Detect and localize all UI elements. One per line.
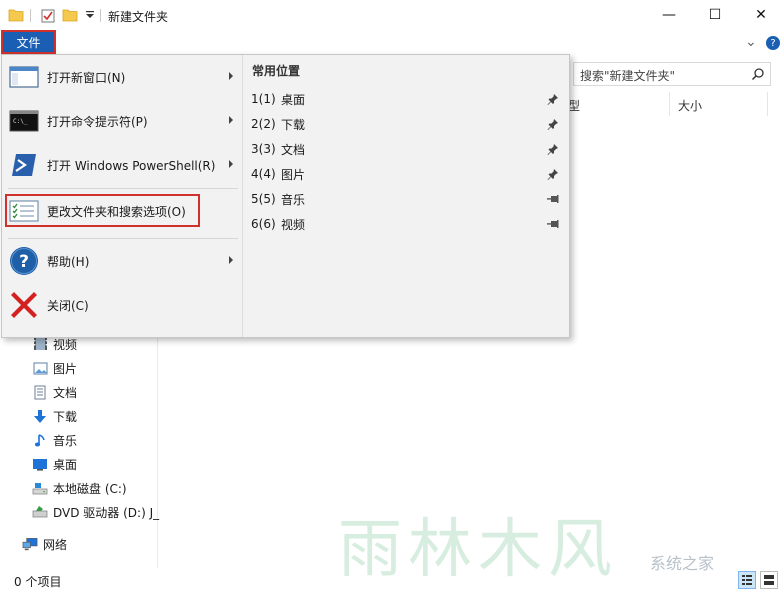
desktop-icon <box>32 456 48 472</box>
maximize-button[interactable]: ☐ <box>692 0 738 30</box>
nav-pane-divider[interactable] <box>157 330 158 568</box>
title-bar: 新建文件夹 — ☐ ✕ <box>0 0 784 32</box>
column-separator[interactable] <box>767 92 768 116</box>
file-menu: 打开新窗口(N) C:\_ 打开命令提示符(P) 打开 Windows Powe… <box>1 54 570 338</box>
cmd-icon: C:\_ <box>9 106 39 136</box>
powershell-icon <box>9 150 39 180</box>
submenu-arrow-icon <box>229 160 233 168</box>
nav-item-dvd-drive[interactable]: DVD 驱动器 (D:) J_ <box>32 501 159 523</box>
nav-item-label: 下载 <box>53 409 78 424</box>
submenu-arrow-icon <box>229 256 233 264</box>
search-box[interactable]: 搜索"新建文件夹" <box>573 62 771 86</box>
folder-icon <box>8 7 24 23</box>
window-title: 新建文件夹 <box>108 10 169 24</box>
nav-item-label: 文档 <box>53 385 78 400</box>
recent-item-music[interactable]: 5(5) 音乐 <box>251 187 563 211</box>
video-icon <box>32 336 48 352</box>
close-x-icon <box>9 290 39 320</box>
recent-item-pictures[interactable]: 4(4) 图片 <box>251 162 563 186</box>
svg-text:C:\_: C:\_ <box>13 118 28 125</box>
large-icons-view-button[interactable] <box>760 571 778 589</box>
menu-item-help[interactable]: ? 帮助(H) <box>2 239 241 283</box>
music-icon <box>32 432 48 448</box>
search-input[interactable]: 搜索"新建文件夹" <box>580 67 675 84</box>
nav-item-desktop[interactable]: 桌面 <box>32 453 77 475</box>
details-view-icon <box>742 575 752 585</box>
submenu-arrow-icon <box>229 72 233 80</box>
network-icon <box>22 536 38 552</box>
recent-item-videos[interactable]: 6(6) 视频 <box>251 212 563 236</box>
menu-item-close[interactable]: 关闭(C) <box>2 283 241 327</box>
nav-item-label: 音乐 <box>53 433 78 448</box>
search-icon[interactable] <box>751 67 765 81</box>
help-icon[interactable]: ? <box>766 36 780 50</box>
frequent-places-panel: 常用位置 1(1) 桌面 2(2) 下载 3(3) 文档 4(4) 图片 5(5… <box>242 55 569 321</box>
help-icon: ? <box>9 246 39 276</box>
column-header-size[interactable]: 大小 <box>678 97 702 114</box>
nav-item-label: 本地磁盘 (C:) <box>53 481 127 496</box>
unpinned-icon[interactable] <box>547 193 559 205</box>
nav-item-label: 网络 <box>43 537 68 552</box>
highlight-annotation-box <box>5 194 200 227</box>
menu-item-open-new-window[interactable]: 打开新窗口(N) <box>2 55 241 99</box>
nav-item-label: 桌面 <box>53 457 78 472</box>
nav-item-network[interactable]: 网络 <box>22 533 67 555</box>
customize-toolbar-icon[interactable] <box>82 7 98 23</box>
file-tab[interactable]: 文件 <box>1 30 56 54</box>
recent-item-downloads[interactable]: 2(2) 下载 <box>251 112 563 136</box>
file-menu-commands: 打开新窗口(N) C:\_ 打开命令提示符(P) 打开 Windows Powe… <box>2 55 241 337</box>
nav-item-local-disk[interactable]: 本地磁盘 (C:) <box>32 477 127 499</box>
pictures-icon <box>32 360 48 376</box>
pinned-icon[interactable] <box>547 143 559 155</box>
ribbon-expand-icon[interactable]: ⌄ <box>745 34 757 50</box>
minimize-button[interactable]: — <box>646 0 692 30</box>
watermark-sub: 系统之家 <box>650 554 715 573</box>
title-separator <box>100 9 101 22</box>
nav-item-label: 图片 <box>53 361 78 376</box>
close-button[interactable]: ✕ <box>738 0 784 30</box>
status-item-count: 0 个项目 <box>14 575 62 589</box>
frequent-places-header: 常用位置 <box>252 64 301 78</box>
documents-icon <box>32 384 48 400</box>
dvd-icon <box>32 504 48 520</box>
column-separator[interactable] <box>669 92 670 116</box>
svg-text:?: ? <box>19 252 29 272</box>
disk-icon <box>32 480 48 496</box>
watermark: 雨林木风 <box>338 513 618 587</box>
recent-item-desktop[interactable]: 1(1) 桌面 <box>251 87 563 111</box>
new-folder-icon[interactable] <box>62 7 78 23</box>
nav-item-pictures[interactable]: 图片 <box>32 357 77 379</box>
quick-access-separator <box>30 9 31 22</box>
menu-item-open-powershell[interactable]: 打开 Windows PowerShell(R) <box>2 143 241 187</box>
nav-item-downloads[interactable]: 下载 <box>32 405 77 427</box>
pinned-icon[interactable] <box>547 118 559 130</box>
details-view-button[interactable] <box>738 571 756 589</box>
unpinned-icon[interactable] <box>547 218 559 230</box>
recent-item-documents[interactable]: 3(3) 文档 <box>251 137 563 161</box>
download-icon <box>32 408 48 424</box>
properties-icon[interactable] <box>40 7 56 23</box>
pinned-icon[interactable] <box>547 93 559 105</box>
nav-item-label: DVD 驱动器 (D:) J_ <box>53 505 160 520</box>
menu-item-open-command-prompt[interactable]: C:\_ 打开命令提示符(P) <box>2 99 241 143</box>
window-icon <box>9 62 39 92</box>
large-icons-view-icon <box>764 575 774 585</box>
nav-item-label: 视频 <box>53 337 78 352</box>
nav-item-music[interactable]: 音乐 <box>32 429 77 451</box>
pinned-icon[interactable] <box>547 168 559 180</box>
nav-item-documents[interactable]: 文档 <box>32 381 77 403</box>
frequent-places-footer <box>242 321 569 337</box>
ribbon-tab-row: ⌄ ? <box>0 32 784 56</box>
submenu-arrow-icon <box>229 116 233 124</box>
